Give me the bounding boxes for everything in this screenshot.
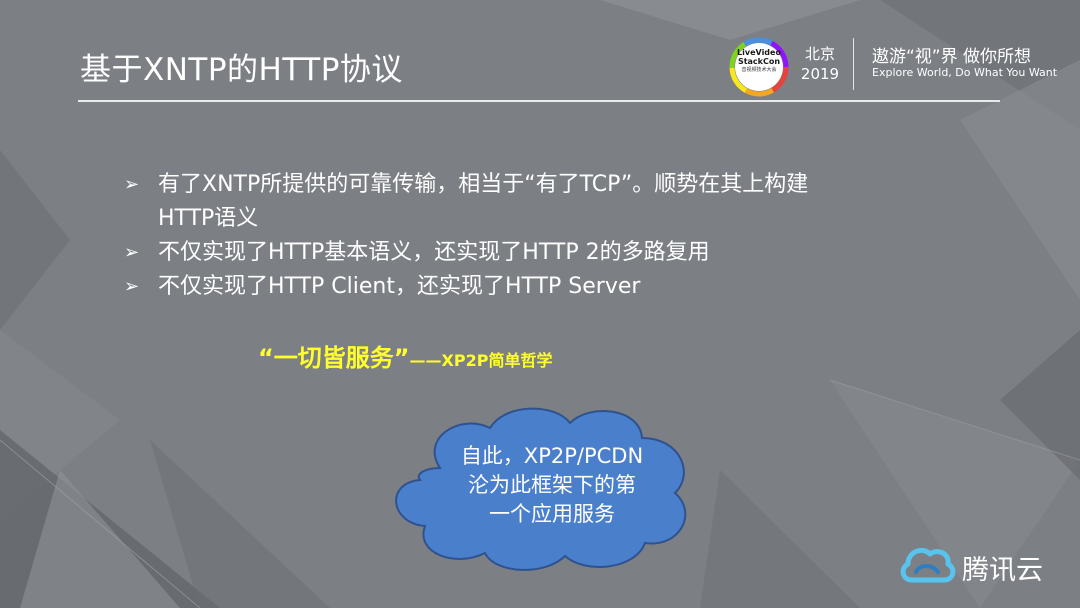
tencent-cloud-icon	[900, 547, 956, 583]
conference-location: 北京 2019	[800, 44, 840, 84]
bullet-list: ➢ 有了XNTP所提供的可靠传输，相当于“有了TCP”。顺势在其上构建HTTP语…	[124, 168, 824, 304]
bullet-text: 不仅实现了HTTP Client，还实现了HTTP Server	[158, 274, 641, 299]
conference-logo-text: LiveVideo StackCon 音视频技术大会	[733, 48, 785, 75]
slogan-chinese: 遨游“视”界 做你所想	[872, 47, 1032, 67]
bullet-text: 不仅实现了HTTP基本语义，还实现了HTTP 2的多路复用	[158, 240, 710, 265]
bullet-text: 有了XNTP所提供的可靠传输，相当于“有了TCP”。顺势在其上构建HTTP语义	[158, 172, 809, 231]
cloud-callout-text: 自此，XP2P/PCDN 沦为此框架下的第 一个应用服务	[428, 442, 676, 529]
arrow-bullet-icon: ➢	[124, 174, 140, 195]
header-divider	[853, 38, 854, 90]
bullet-item: ➢ 不仅实现了HTTP基本语义，还实现了HTTP 2的多路复用	[124, 236, 824, 270]
brand-name: 腾讯云	[962, 555, 1043, 586]
callout-line: 自此，XP2P/PCDN	[460, 444, 644, 468]
logo-line-1: LiveVideo	[737, 48, 781, 57]
logo-line-2: StackCon	[737, 57, 781, 66]
slide: 基于XNTP的HTTP协议 LiveVideo StackCon 音视频技术大会…	[0, 0, 1080, 608]
callout-line: 沦为此框架下的第	[468, 473, 636, 497]
logo-sub: 音视频技术大会	[741, 67, 777, 73]
conference-year: 2019	[800, 65, 840, 83]
callout-line: 一个应用服务	[489, 502, 615, 526]
quote-source: ——XP2P简单哲学	[409, 351, 553, 370]
arrow-bullet-icon: ➢	[124, 242, 140, 263]
bullet-item: ➢ 有了XNTP所提供的可靠传输，相当于“有了TCP”。顺势在其上构建HTTP语…	[124, 168, 824, 236]
slogan-english: Explore World, Do What You Want	[872, 66, 1058, 79]
quote-text: “一切皆服务”	[258, 344, 410, 372]
arrow-bullet-icon: ➢	[124, 276, 140, 297]
slide-title: 基于XNTP的HTTP协议	[80, 52, 403, 88]
title-divider	[78, 100, 1000, 102]
city-name: 北京	[804, 45, 835, 63]
bullet-item: ➢ 不仅实现了HTTP Client，还实现了HTTP Server	[124, 270, 824, 304]
philosophy-quote: “一切皆服务”——XP2P简单哲学	[258, 338, 552, 373]
